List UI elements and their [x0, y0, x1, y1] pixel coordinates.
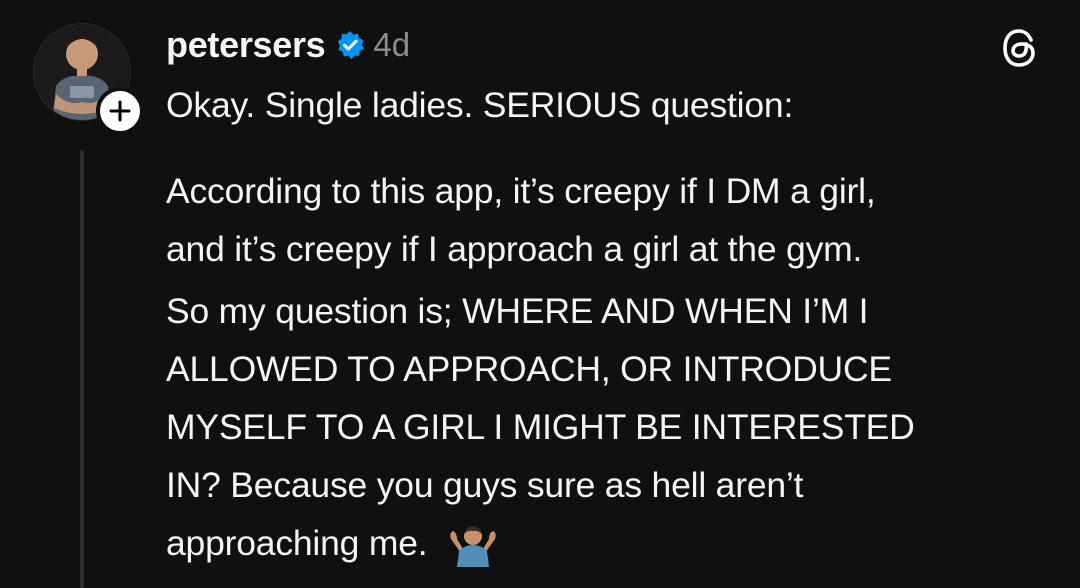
- avatar-container: [33, 23, 144, 135]
- verified-badge-icon: [338, 31, 365, 60]
- post-text-line-1: Okay. Single ladies. SERIOUS question:: [166, 85, 794, 125]
- post-text-line-5: ALLOWED TO APPROACH, OR INTRODUCE: [166, 349, 892, 389]
- username[interactable]: petersers: [166, 24, 326, 66]
- post-text-line-6: MYSELF TO A GIRL I MIGHT BE INTERESTED: [166, 407, 915, 447]
- threads-logo-icon[interactable]: [998, 26, 1042, 70]
- post-text-line-4: So my question is; WHERE AND WHEN I’M I: [166, 291, 869, 331]
- man-shrugging-emoji: [450, 526, 496, 567]
- post-text-line-7: IN? Because you guys sure as hell aren’t: [166, 465, 804, 505]
- thread-line: [80, 150, 84, 588]
- post-header: petersers 4d: [166, 22, 410, 68]
- post-text-line-2: According to this app, it’s creepy if I …: [166, 171, 876, 211]
- threads-post: petersers 4d Okay. Single ladies. SERIOU…: [0, 0, 1080, 588]
- timestamp: 4d: [373, 26, 411, 63]
- post-text-line-3: and it’s creepy if I approach a girl at …: [166, 229, 863, 269]
- plus-icon: [109, 100, 131, 122]
- post-text-line-8: approaching me.: [166, 520, 499, 567]
- post-text-line-8-text: approaching me.: [166, 523, 428, 563]
- follow-button[interactable]: [96, 87, 144, 135]
